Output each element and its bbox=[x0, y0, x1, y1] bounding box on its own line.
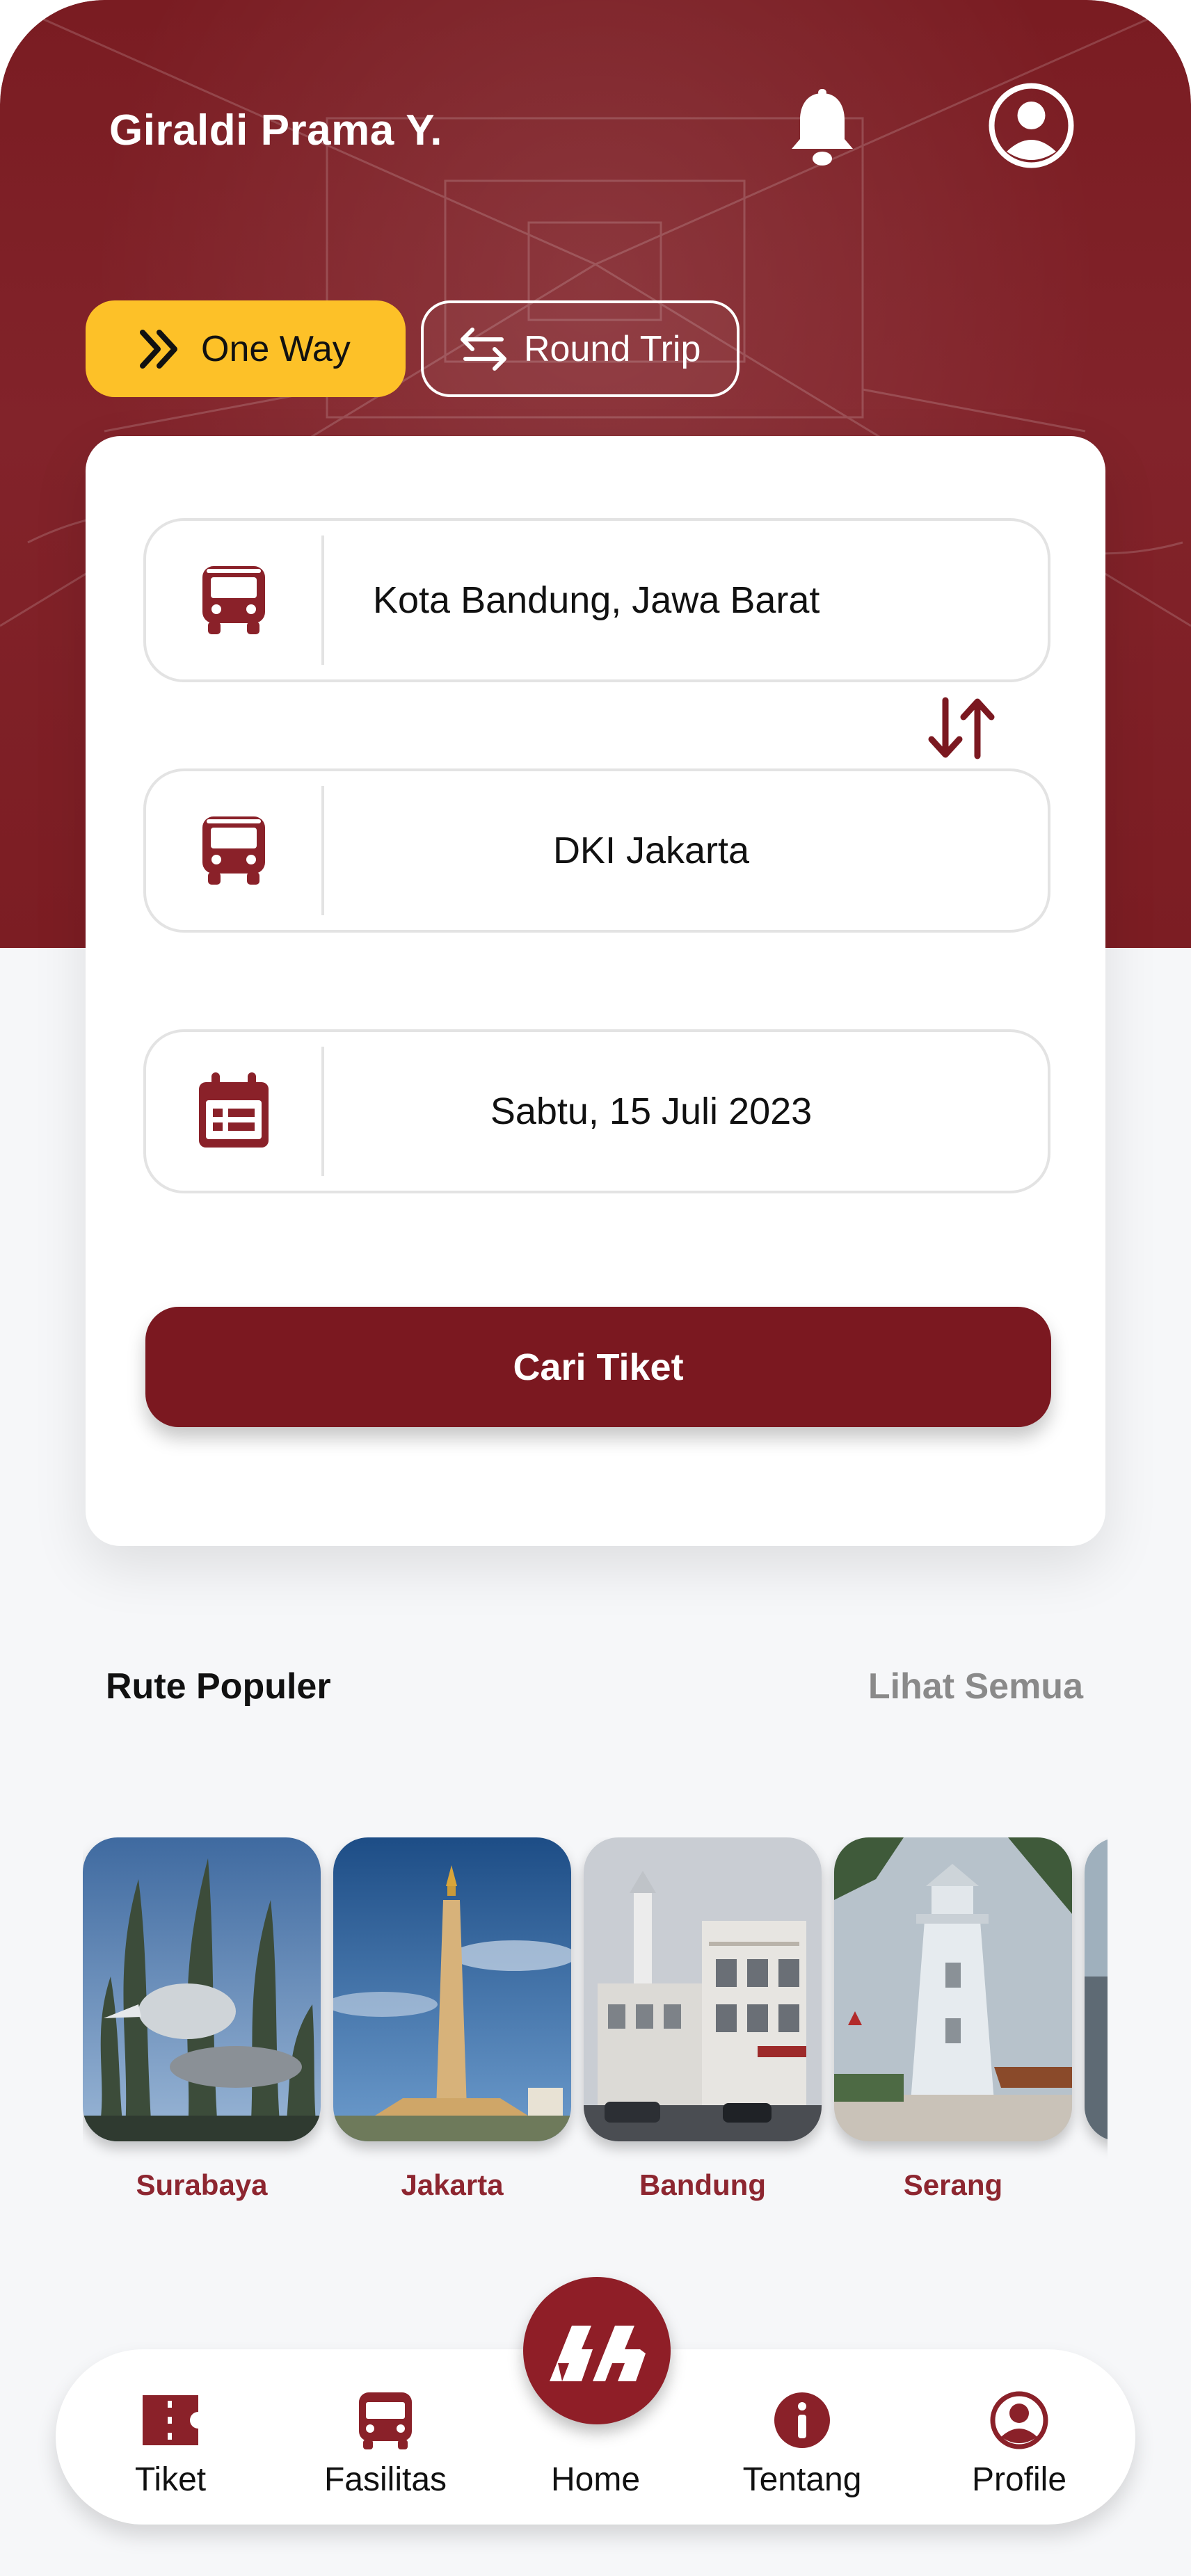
jakarta-photo bbox=[333, 1837, 571, 2141]
double-chevron-right-icon bbox=[140, 329, 177, 369]
see-all-link[interactable]: Lihat Semua bbox=[868, 1666, 1083, 1707]
route-card-surabaya[interactable]: Surabaya bbox=[83, 1837, 321, 2201]
search-card: Kota Bandung, Jawa Barat DKI Jakarta Sab… bbox=[86, 436, 1105, 1546]
popular-routes-list: Surabaya Jakarta Bandung Serang bbox=[83, 1837, 1108, 2213]
bus-icon bbox=[202, 816, 265, 885]
ticket-icon bbox=[143, 2395, 198, 2445]
route-city: Surabaya bbox=[136, 2168, 268, 2201]
home-fab-button[interactable] bbox=[523, 2277, 671, 2424]
surabaya-photo bbox=[83, 1837, 321, 2141]
user-circle-icon bbox=[990, 2391, 1048, 2449]
calendar-icon bbox=[199, 1072, 269, 1148]
origin-value: Kota Bandung, Jawa Barat bbox=[373, 579, 820, 621]
nav-label: Tentang bbox=[742, 2461, 862, 2498]
swap-horizontal-icon bbox=[461, 327, 506, 371]
nav-fasilitas[interactable]: Fasilitas bbox=[295, 2349, 476, 2525]
destination-value: DKI Jakarta bbox=[552, 830, 750, 871]
destination-field[interactable]: DKI Jakarta bbox=[143, 768, 1050, 933]
nav-label: Profile bbox=[971, 2461, 1067, 2498]
route-city: Bandung bbox=[639, 2168, 766, 2201]
popular-routes-title: Rute Populer bbox=[106, 1666, 331, 1707]
user-name: Giraldi Prama Y. bbox=[109, 106, 442, 154]
info-icon bbox=[774, 2392, 830, 2448]
date-value: Sabtu, 15 Juli 2023 bbox=[490, 1090, 813, 1132]
nav-label: Home bbox=[550, 2461, 641, 2498]
bus-icon bbox=[359, 2392, 412, 2449]
date-field[interactable]: Sabtu, 15 Juli 2023 bbox=[143, 1029, 1050, 1193]
route-city: Jakarta bbox=[401, 2168, 504, 2201]
search-ticket-button[interactable]: Cari Tiket bbox=[145, 1307, 1051, 1427]
user-circle-icon[interactable] bbox=[988, 82, 1075, 169]
one-way-toggle[interactable]: One Way bbox=[86, 300, 406, 397]
bell-icon[interactable] bbox=[788, 89, 857, 169]
route-city: Serang bbox=[903, 2168, 1003, 2201]
route-card-bandung[interactable]: Bandung bbox=[584, 1837, 822, 2201]
bus-icon bbox=[202, 566, 265, 634]
route-card-serang[interactable]: Serang bbox=[834, 1837, 1072, 2201]
nav-label: Fasilitas bbox=[323, 2461, 447, 2498]
serang-photo bbox=[834, 1837, 1072, 2141]
route-card-jakarta[interactable]: Jakarta bbox=[333, 1837, 571, 2201]
swap-vertical-icon[interactable] bbox=[923, 693, 1000, 763]
bandung-photo bbox=[584, 1837, 822, 2141]
nav-label: Tiket bbox=[134, 2461, 207, 2498]
origin-field[interactable]: Kota Bandung, Jawa Barat bbox=[143, 518, 1050, 682]
route-card-partial[interactable] bbox=[1085, 1837, 1108, 2141]
nav-profile[interactable]: Profile bbox=[929, 2349, 1110, 2525]
next-route-photo bbox=[1085, 1837, 1108, 2141]
app-screen: Giraldi Prama Y. One Way Round Trip Kota… bbox=[0, 0, 1191, 2576]
one-way-label: One Way bbox=[201, 328, 351, 369]
round-trip-toggle[interactable]: Round Trip bbox=[421, 300, 740, 397]
nav-tentang[interactable]: Tentang bbox=[712, 2349, 893, 2525]
round-trip-label: Round Trip bbox=[524, 328, 701, 369]
home-logo-icon bbox=[550, 2326, 646, 2381]
nav-tiket[interactable]: Tiket bbox=[80, 2349, 261, 2525]
